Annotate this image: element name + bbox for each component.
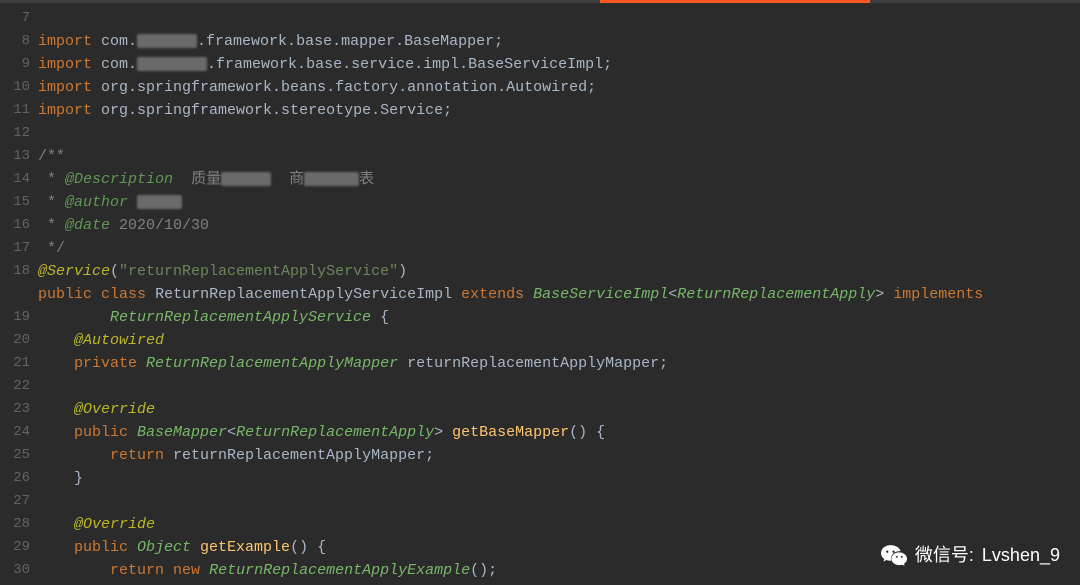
javadoc-text: 商 <box>289 171 304 188</box>
code-content[interactable]: import com. .framework.base.mapper.BaseMa… <box>38 7 1080 585</box>
keyword-class: class <box>101 286 146 303</box>
line-number: 14 <box>13 171 30 187</box>
keyword-implements: implements <box>893 286 983 303</box>
type-generic: ReturnReplacementApply <box>677 286 875 303</box>
keyword-return: return <box>110 447 164 464</box>
method-tail: () { <box>290 539 326 556</box>
javadoc-text: 表 <box>359 171 374 188</box>
line-number: 7 <box>22 10 30 26</box>
return-value: returnReplacementApplyMapper; <box>164 447 434 464</box>
keyword-return: return <box>110 562 164 579</box>
line-number: 30 <box>13 562 30 578</box>
line-number: 21 <box>13 355 30 371</box>
line-number: 27 <box>13 493 30 509</box>
keyword-import: import <box>38 79 92 96</box>
javadoc-star: * <box>38 171 65 188</box>
javadoc-text <box>271 171 289 188</box>
paren: ( <box>110 263 119 280</box>
javadoc-text: 质量 <box>191 171 221 188</box>
annotation-service: @Service <box>38 263 110 280</box>
javadoc-tag-date: @date <box>65 217 110 234</box>
method-tail: () { <box>569 424 605 441</box>
keyword-import: import <box>38 33 92 50</box>
editor-tab-bar <box>0 0 1080 3</box>
line-number: 15 <box>13 194 30 210</box>
line-number: 23 <box>13 401 30 417</box>
keyword-extends: extends <box>461 286 524 303</box>
line-number: 19 <box>13 309 30 325</box>
keyword-new: new <box>173 562 200 579</box>
redacted-text <box>221 172 271 186</box>
paren: ) <box>398 263 407 280</box>
line-number: 26 <box>13 470 30 486</box>
annotation-autowired: @Autowired <box>74 332 164 349</box>
active-tab-indicator <box>600 0 870 3</box>
type-generic: ReturnReplacementApply <box>236 424 434 441</box>
keyword-import: import <box>38 102 92 119</box>
line-number-gutter: 7 8 9 10 11 12 13 14 15 16 17 18 19 20 2… <box>0 7 38 585</box>
line-number: 9 <box>22 56 30 72</box>
javadoc-date: 2020/10/30 <box>119 217 209 234</box>
line-number: 18 <box>13 263 30 279</box>
angle-close: > <box>875 286 884 303</box>
redacted-text <box>137 57 207 71</box>
keyword-public: public <box>38 286 92 303</box>
code-editor[interactable]: 7 8 9 10 11 12 13 14 15 16 17 18 19 20 2… <box>0 3 1080 585</box>
angle-open: < <box>668 286 677 303</box>
keyword-private: private <box>74 355 137 372</box>
line-number: 28 <box>13 516 30 532</box>
annotation-override: @Override <box>74 516 155 533</box>
line-number: 16 <box>13 217 30 233</box>
javadoc-text <box>110 217 119 234</box>
type-mapper: ReturnReplacementApplyMapper <box>146 355 398 372</box>
package-path: .framework.base.service.impl.BaseService… <box>207 56 612 73</box>
line-number: 11 <box>13 102 30 118</box>
javadoc-star: * <box>38 194 65 211</box>
javadoc-end: */ <box>38 240 65 257</box>
type-baseservice: BaseServiceImpl <box>533 286 668 303</box>
package-path: org.springframework.stereotype.Service; <box>101 102 452 119</box>
annotation-override: @Override <box>74 401 155 418</box>
javadoc-text <box>173 171 191 188</box>
class-name: ReturnReplacementApplyServiceImpl <box>155 286 452 303</box>
line-number: 12 <box>13 125 30 141</box>
line-number: 20 <box>13 332 30 348</box>
constructor-tail: (); <box>470 562 497 579</box>
keyword-public: public <box>74 424 128 441</box>
type-interface: ReturnReplacementApplyService <box>110 309 371 326</box>
javadoc-start: /** <box>38 148 65 165</box>
line-number: 8 <box>22 33 30 49</box>
javadoc-tag-description: @Description <box>65 171 173 188</box>
redacted-text <box>137 34 197 48</box>
redacted-text <box>137 195 182 209</box>
brace: { <box>371 309 389 326</box>
method-name: getBaseMapper <box>443 424 569 441</box>
angle-open: < <box>227 424 236 441</box>
package-prefix: com. <box>101 56 137 73</box>
keyword-import: import <box>38 56 92 73</box>
keyword-public: public <box>74 539 128 556</box>
line-number: 17 <box>13 240 30 256</box>
angle-close: > <box>434 424 443 441</box>
type-example: ReturnReplacementApplyExample <box>209 562 470 579</box>
redacted-text <box>304 172 359 186</box>
field-name: returnReplacementApplyMapper; <box>398 355 668 372</box>
package-prefix: com. <box>101 33 137 50</box>
line-number: 25 <box>13 447 30 463</box>
line-number: 29 <box>13 539 30 555</box>
type-basemapper: BaseMapper <box>137 424 227 441</box>
line-number: 13 <box>13 148 30 164</box>
javadoc-star: * <box>38 217 65 234</box>
brace-close: } <box>38 470 83 487</box>
string-literal: "returnReplacementApplyService" <box>119 263 398 280</box>
package-path: .framework.base.mapper.BaseMapper; <box>197 33 503 50</box>
line-number: 10 <box>13 79 30 95</box>
javadoc-tag-author: @author <box>65 194 128 211</box>
type-object: Object <box>128 539 191 556</box>
method-name: getExample <box>191 539 290 556</box>
line-number: 22 <box>13 378 30 394</box>
package-path: org.springframework.beans.factory.annota… <box>101 79 596 96</box>
line-number: 24 <box>13 424 30 440</box>
